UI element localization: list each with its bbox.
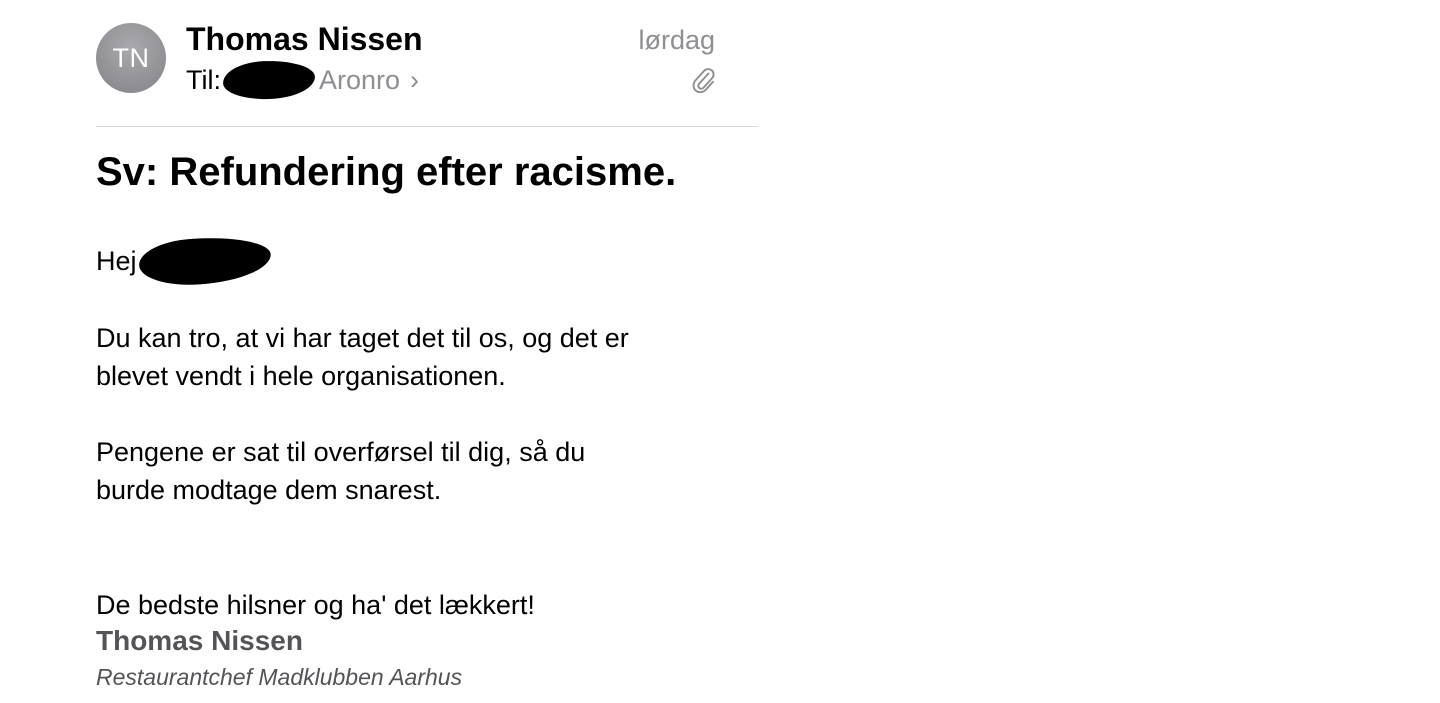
sender-avatar[interactable]: TN: [96, 23, 166, 93]
body-line: Pengene er sat til overførsel til dig, s…: [96, 437, 586, 467]
email-view: TN Thomas Nissen lørdag Til: Aronro › Sv…: [0, 0, 760, 703]
greeting: Hej: [96, 233, 272, 289]
signature-title: Restaurantchef Madklubben Aarhus: [96, 664, 463, 690]
recipient-name[interactable]: Aronro: [319, 65, 400, 96]
recipients-row[interactable]: Til: Aronro ›: [186, 59, 419, 101]
avatar-initials: TN: [112, 42, 150, 73]
header-divider: [96, 126, 758, 127]
redacted-recipient: [222, 59, 316, 101]
body-paragraph-1: Du kan tro, at vi har taget det til os, …: [96, 319, 736, 395]
sender-name[interactable]: Thomas Nissen: [186, 21, 423, 58]
body-line: Du kan tro, at vi har taget det til os, …: [96, 323, 629, 353]
body-paragraph-2: Pengene er sat til overførsel til dig, s…: [96, 433, 736, 509]
greeting-text: Hej: [96, 245, 137, 276]
closing-line: De bedste hilsner og ha' det lækkert!: [96, 590, 535, 620]
redacted-name: [137, 233, 272, 289]
message-date: lørdag: [638, 25, 715, 55]
to-label: Til:: [186, 64, 221, 95]
body-line: blevet vendt i hele organisationen.: [96, 361, 506, 391]
body-line: burde modtage dem snarest.: [96, 475, 442, 505]
chevron-right-icon[interactable]: ›: [410, 65, 419, 96]
paperclip-icon[interactable]: [690, 64, 716, 94]
signature-name: Thomas Nissen: [96, 625, 303, 656]
email-subject: Sv: Refundering efter racisme.: [96, 150, 677, 194]
